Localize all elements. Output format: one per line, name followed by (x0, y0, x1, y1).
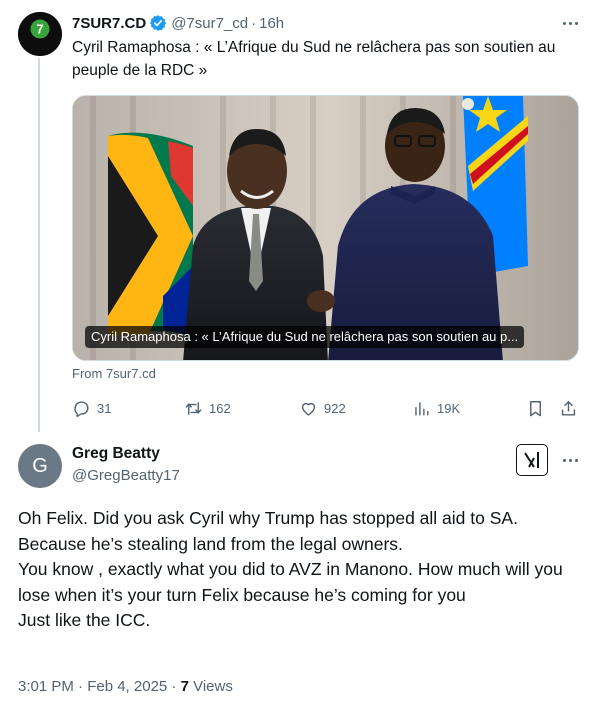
share-icon (561, 400, 576, 416)
like-button[interactable]: 922 (299, 396, 346, 420)
bookmark-icon (530, 400, 541, 416)
action-bar: 31 162 922 19K (72, 396, 582, 420)
card-source[interactable]: From 7sur7.cd (72, 366, 156, 381)
separator-dot: · (251, 14, 257, 32)
views-label: Views (188, 678, 233, 695)
bookmark-button[interactable] (526, 396, 545, 420)
thread-connector (38, 58, 40, 432)
tweet-line: Just like the ICC. (18, 610, 151, 630)
reply-icon (74, 400, 89, 417)
author-name[interactable]: Greg Beatty (72, 445, 160, 463)
grok-icon (524, 452, 539, 468)
author-avatar[interactable]: G (18, 444, 62, 488)
tweet-time[interactable]: 16h (259, 15, 284, 32)
author-avatar[interactable]: 7 (18, 12, 62, 56)
tweet-timestamp[interactable]: 3:01 PM · Feb 4, 2025 · (18, 678, 181, 695)
south-africa-flag (108, 132, 193, 336)
author-handle[interactable]: @7sur7_cd (171, 15, 248, 32)
like-icon (301, 402, 316, 416)
card-image (73, 96, 578, 360)
reply-button[interactable]: 31 (72, 396, 111, 420)
share-button[interactable] (559, 396, 578, 420)
handshake (307, 290, 335, 312)
more-options-button[interactable] (558, 12, 582, 34)
tweet-text: Cyril Ramaphosa : « L’Afrique du Sud ne … (72, 39, 556, 79)
repost-icon (185, 401, 202, 415)
tweet-meta: 3:01 PM · Feb 4, 2025 · 7 Views (18, 678, 233, 695)
views-icon (415, 401, 429, 416)
reply-count: 31 (97, 400, 112, 416)
repost-count: 162 (209, 400, 231, 416)
7sur7-logo-icon: 7 (18, 12, 62, 56)
more-icon (562, 21, 566, 25)
views-button[interactable]: 19K (412, 396, 460, 420)
author-name[interactable]: 7SUR7.CD (72, 15, 146, 32)
more-icon (562, 458, 566, 462)
svg-text:7: 7 (36, 22, 43, 37)
like-count: 922 (324, 400, 346, 416)
verified-badge-icon (150, 15, 167, 31)
views-count: 7 (180, 678, 189, 695)
link-card[interactable]: Cyril Ramaphosa : « L’Afrique du Sud ne … (72, 95, 579, 361)
tweet-line: Because he’s stealing land from the lega… (18, 533, 403, 554)
tweet-text: Oh Felix. Did you ask Cyril why Trump ha… (18, 506, 584, 634)
repost-button[interactable]: 162 (184, 396, 231, 420)
more-options-button[interactable] (558, 449, 582, 471)
parent-tweet[interactable]: 7 7SUR7.CD @7sur7_cd · 16h Cyril Ramapho… (0, 0, 598, 432)
tweet-line: You know , exactly what you did to AVZ i… (18, 559, 563, 605)
card-caption: Cyril Ramaphosa : « L’Afrique du Sud ne … (85, 326, 525, 348)
views-count: 19K (437, 400, 461, 416)
tweet-line: Oh Felix. Did you ask Cyril why Trump ha… (18, 508, 518, 528)
author-handle[interactable]: @GregBeatty17 (72, 467, 180, 484)
tweet-header: 7SUR7.CD @7sur7_cd · 16h (72, 12, 284, 34)
grok-button[interactable] (516, 444, 548, 476)
